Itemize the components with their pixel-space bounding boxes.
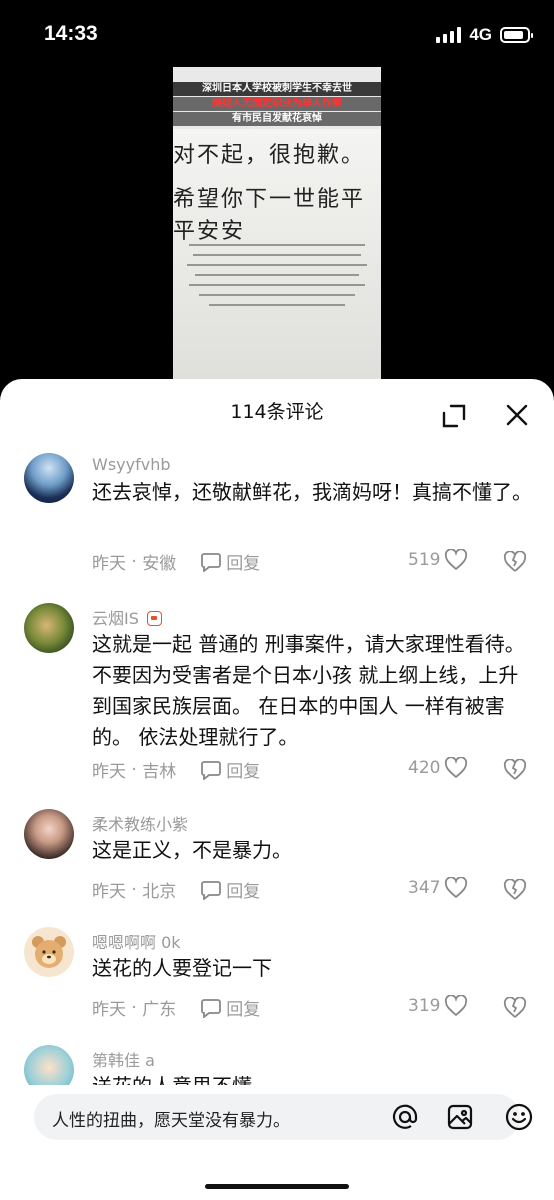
bear-avatar-icon: [32, 936, 66, 968]
heart-icon: [445, 995, 468, 1017]
reply-icon: [201, 760, 222, 780]
dislike-icon[interactable]: [503, 997, 527, 1019]
comment-sheet: 114条评论 Wsyyfvhb 还去哀悼，还敬献鲜花，我滴妈呀！真搞不懂了。 昨…: [0, 379, 554, 1200]
note-text-lines: [187, 244, 367, 306]
at-mention-icon[interactable]: [390, 1102, 420, 1132]
reply-icon: [201, 880, 222, 900]
comment-username[interactable]: 云烟IS: [92, 605, 162, 629]
fan-badge-icon: [146, 611, 162, 626]
comment-item: 第韩佳 a 送花的人意思不懂: [0, 1045, 554, 1085]
meta-separator: ·: [126, 551, 143, 572]
comment-text: 还去哀悼，还敬献鲜花，我滴妈呀！真搞不懂了。: [92, 480, 532, 504]
status-bar: 14:33 4G: [0, 0, 554, 70]
reply-button[interactable]: 回复: [200, 549, 260, 574]
meta-separator: ·: [126, 759, 143, 780]
close-icon[interactable]: [505, 403, 529, 427]
heart-icon: [445, 549, 468, 571]
meta-separator: ·: [126, 997, 143, 1018]
comment-username-text: 云烟IS: [92, 609, 139, 628]
comment-location: 广东: [142, 1000, 177, 1020]
comment-time: 昨天: [92, 1000, 126, 1020]
dislike-icon[interactable]: [503, 879, 527, 901]
reply-label: 回复: [226, 762, 261, 782]
like-button[interactable]: 347: [408, 877, 468, 899]
emoji-icon[interactable]: [504, 1102, 534, 1132]
like-count: 420: [408, 758, 441, 778]
network-type: 4G: [469, 25, 492, 44]
reply-button[interactable]: 回复: [200, 757, 260, 782]
dislike-icon[interactable]: [503, 759, 527, 781]
comment-input-bar[interactable]: 人性的扭曲，愿天堂没有暴力。: [34, 1094, 533, 1140]
reply-icon: [201, 998, 222, 1018]
comment-item: 嗯嗯啊啊 0k 送花的人要登记一下 昨天 · 广东 回复 319: [0, 927, 554, 1045]
comment-text: 这是正义，不是暴力。: [92, 838, 292, 862]
video-thumbnail[interactable]: 深圳日本人学校被刺学生不幸去世 嫌疑人无固定职业为单人作案 有市民自发献花哀悼 …: [173, 67, 381, 379]
comment-time: 昨天: [92, 554, 126, 574]
comment-text: 这就是一起 普通的 刑事案件，请大家理性看待。不要因为受害者是个日本小孩 就上纲…: [92, 632, 525, 749]
reply-label: 回复: [226, 554, 261, 574]
like-button[interactable]: 519: [408, 549, 468, 571]
avatar[interactable]: [24, 603, 74, 653]
comment-username[interactable]: 第韩佳 a: [92, 1047, 155, 1071]
comment-meta: 昨天 · 吉林 回复: [92, 757, 260, 783]
comment-location: 北京: [142, 882, 177, 902]
image-icon[interactable]: [445, 1102, 475, 1132]
comment-count-title: 114条评论: [230, 401, 324, 423]
comment-item: 云烟IS 这就是一起 普通的 刑事案件，请大家理性看待。不要因为受害者是个日本小…: [0, 599, 554, 809]
home-indicator: [205, 1184, 349, 1189]
avatar[interactable]: [24, 453, 74, 503]
comment-meta: 昨天 · 北京 回复: [92, 877, 260, 903]
comment-username[interactable]: 柔术教练小紫: [92, 811, 188, 835]
comment-item: Wsyyfvhb 还去哀悼，还敬献鲜花，我滴妈呀！真搞不懂了。 昨天 · 安徽 …: [0, 449, 554, 599]
like-count: 347: [408, 878, 441, 898]
signal-icon: [436, 27, 462, 43]
video-caption-2: 嫌疑人无固定职业为单人作案: [173, 97, 381, 111]
heart-icon: [445, 877, 468, 899]
comment-meta: 昨天 · 广东 回复: [92, 995, 260, 1021]
battery-icon: [500, 27, 533, 43]
reply-button[interactable]: 回复: [200, 877, 260, 902]
avatar[interactable]: [24, 1045, 74, 1085]
comment-list[interactable]: Wsyyfvhb 还去哀悼，还敬献鲜花，我滴妈呀！真搞不懂了。 昨天 · 安徽 …: [0, 449, 554, 1085]
comment-item: 柔术教练小紫 这是正义，不是暴力。 昨天 · 北京 回复 347: [0, 809, 554, 927]
meta-separator: ·: [126, 879, 143, 900]
reply-label: 回复: [226, 882, 261, 902]
heart-icon: [445, 757, 468, 779]
avatar[interactable]: [24, 809, 74, 859]
handwriting-line-1: 对不起，很抱歉。: [173, 143, 366, 168]
status-time: 14:33: [44, 22, 98, 45]
comment-meta: 昨天 · 安徽 回复: [92, 549, 260, 575]
expand-icon[interactable]: [441, 403, 467, 429]
like-count: 319: [408, 996, 441, 1016]
reply-button[interactable]: 回复: [200, 995, 260, 1020]
comment-time: 昨天: [92, 882, 126, 902]
like-count: 519: [408, 550, 441, 570]
comment-time: 昨天: [92, 762, 126, 782]
reply-label: 回复: [226, 1000, 261, 1020]
like-button[interactable]: 420: [408, 757, 468, 779]
video-caption-1: 深圳日本人学校被刺学生不幸去世: [173, 82, 381, 96]
handwriting-line-2: 希望你下一世能平平安安: [173, 187, 366, 244]
dislike-icon[interactable]: [503, 551, 527, 573]
comment-location: 安徽: [142, 554, 177, 574]
reply-icon: [201, 552, 222, 572]
comment-location: 吉林: [142, 762, 177, 782]
comment-input[interactable]: 人性的扭曲，愿天堂没有暴力。: [52, 1106, 290, 1131]
like-button[interactable]: 319: [408, 995, 468, 1017]
comment-username[interactable]: 嗯嗯啊啊 0k: [92, 929, 181, 953]
comment-text: 送花的人意思不懂: [92, 1071, 532, 1085]
comment-username[interactable]: Wsyyfvhb: [92, 455, 171, 474]
comment-text: 送花的人要登记一下: [92, 956, 272, 980]
avatar[interactable]: [24, 927, 74, 977]
video-caption-3: 有市民自发献花哀悼: [173, 112, 381, 126]
